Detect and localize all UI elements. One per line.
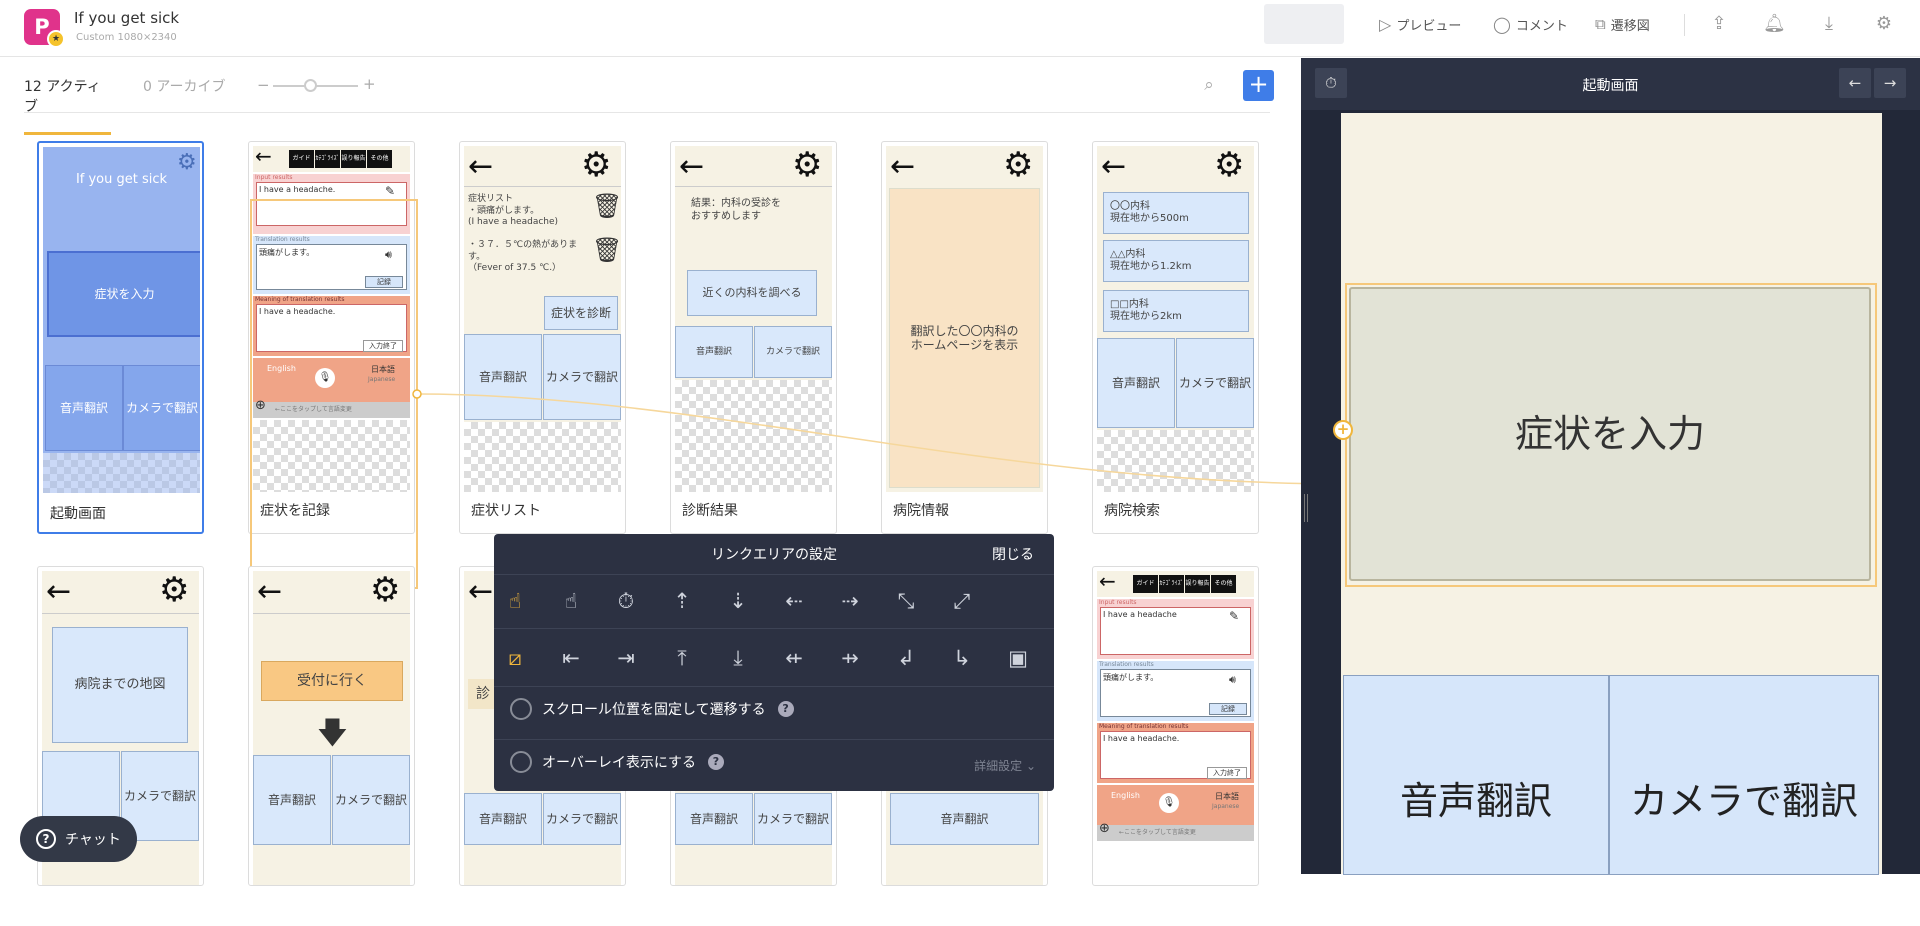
- no-transition-icon[interactable]: ⧄: [498, 641, 532, 675]
- swipe-down-icon[interactable]: ⇣: [721, 584, 755, 618]
- advanced-settings-toggle[interactable]: 詳細設定 ⌄: [974, 757, 1036, 774]
- pinch-in-icon[interactable]: ⤡: [889, 584, 923, 618]
- divider: [494, 739, 1054, 740]
- scroll-fix-option[interactable]: スクロール位置を固定して遷移する?: [510, 696, 794, 722]
- back-icon[interactable]: ↲: [889, 641, 923, 675]
- fade-icon[interactable]: ▣: [1001, 641, 1035, 675]
- help-icon: ?: [36, 829, 56, 849]
- link-area-dialog: リンクエリアの設定 閉じる ☝ ☝ ⏱ ⇡ ⇣ ⇠ ⇢ ⤡ ⤢ ⧄ ⇤ ⇥ ⤒ …: [494, 534, 1054, 791]
- preview-panel: ⏱ 起動画面 ← → 症状を入力 音声翻訳 カメラで翻訳: [1301, 58, 1920, 875]
- swipe-left-icon[interactable]: ⇠: [777, 584, 811, 618]
- forward-icon[interactable]: ↳: [945, 641, 979, 675]
- scroll-fix-radio[interactable]: [510, 698, 532, 720]
- help-icon[interactable]: ?: [777, 701, 794, 717]
- push-left-icon[interactable]: ⇷: [777, 641, 811, 675]
- dialog-title: リンクエリアの設定: [711, 547, 837, 563]
- preview-screen: 症状を入力 音声翻訳 カメラで翻訳: [1341, 113, 1882, 875]
- slide-up-icon[interactable]: ⤒: [665, 641, 699, 675]
- close-button[interactable]: 閉じる: [992, 544, 1034, 564]
- voice-translate-button[interactable]: 音声翻訳: [1343, 675, 1609, 875]
- resize-handle[interactable]: [1304, 494, 1308, 522]
- divider: [494, 574, 1054, 575]
- pinch-out-icon[interactable]: ⤢: [945, 584, 979, 618]
- divider: [494, 686, 1054, 687]
- overlay-option[interactable]: オーバーレイ表示にする?: [510, 749, 724, 775]
- swipe-right-icon[interactable]: ⇢: [833, 584, 867, 618]
- divider: [494, 628, 1054, 629]
- help-icon[interactable]: ?: [708, 754, 724, 770]
- overlay-radio[interactable]: [510, 751, 532, 773]
- chat-button[interactable]: ? チャット: [20, 816, 137, 862]
- prev-screen-button[interactable]: ←: [1839, 68, 1871, 98]
- preview-header: ⏱ 起動画面 ← →: [1301, 58, 1920, 110]
- double-tap-icon[interactable]: ☝: [554, 584, 588, 618]
- camera-translate-button[interactable]: カメラで翻訳: [1609, 675, 1879, 875]
- slide-down-icon[interactable]: ⤓: [721, 641, 755, 675]
- long-press-icon[interactable]: ⏱: [609, 584, 643, 618]
- chevron-down-icon: ⌄: [1025, 759, 1036, 773]
- swipe-up-icon[interactable]: ⇡: [665, 584, 699, 618]
- symptom-input-button[interactable]: 症状を入力: [1349, 287, 1871, 581]
- tap-gesture-icon[interactable]: ☝: [498, 584, 532, 618]
- preview-title: 起動画面: [1582, 78, 1639, 94]
- next-screen-button[interactable]: →: [1874, 68, 1906, 98]
- slide-right-icon[interactable]: ⇥: [609, 641, 643, 675]
- slide-left-icon[interactable]: ⇤: [554, 641, 588, 675]
- push-right-icon[interactable]: ⇸: [833, 641, 867, 675]
- link-add-handle[interactable]: +: [1333, 420, 1353, 440]
